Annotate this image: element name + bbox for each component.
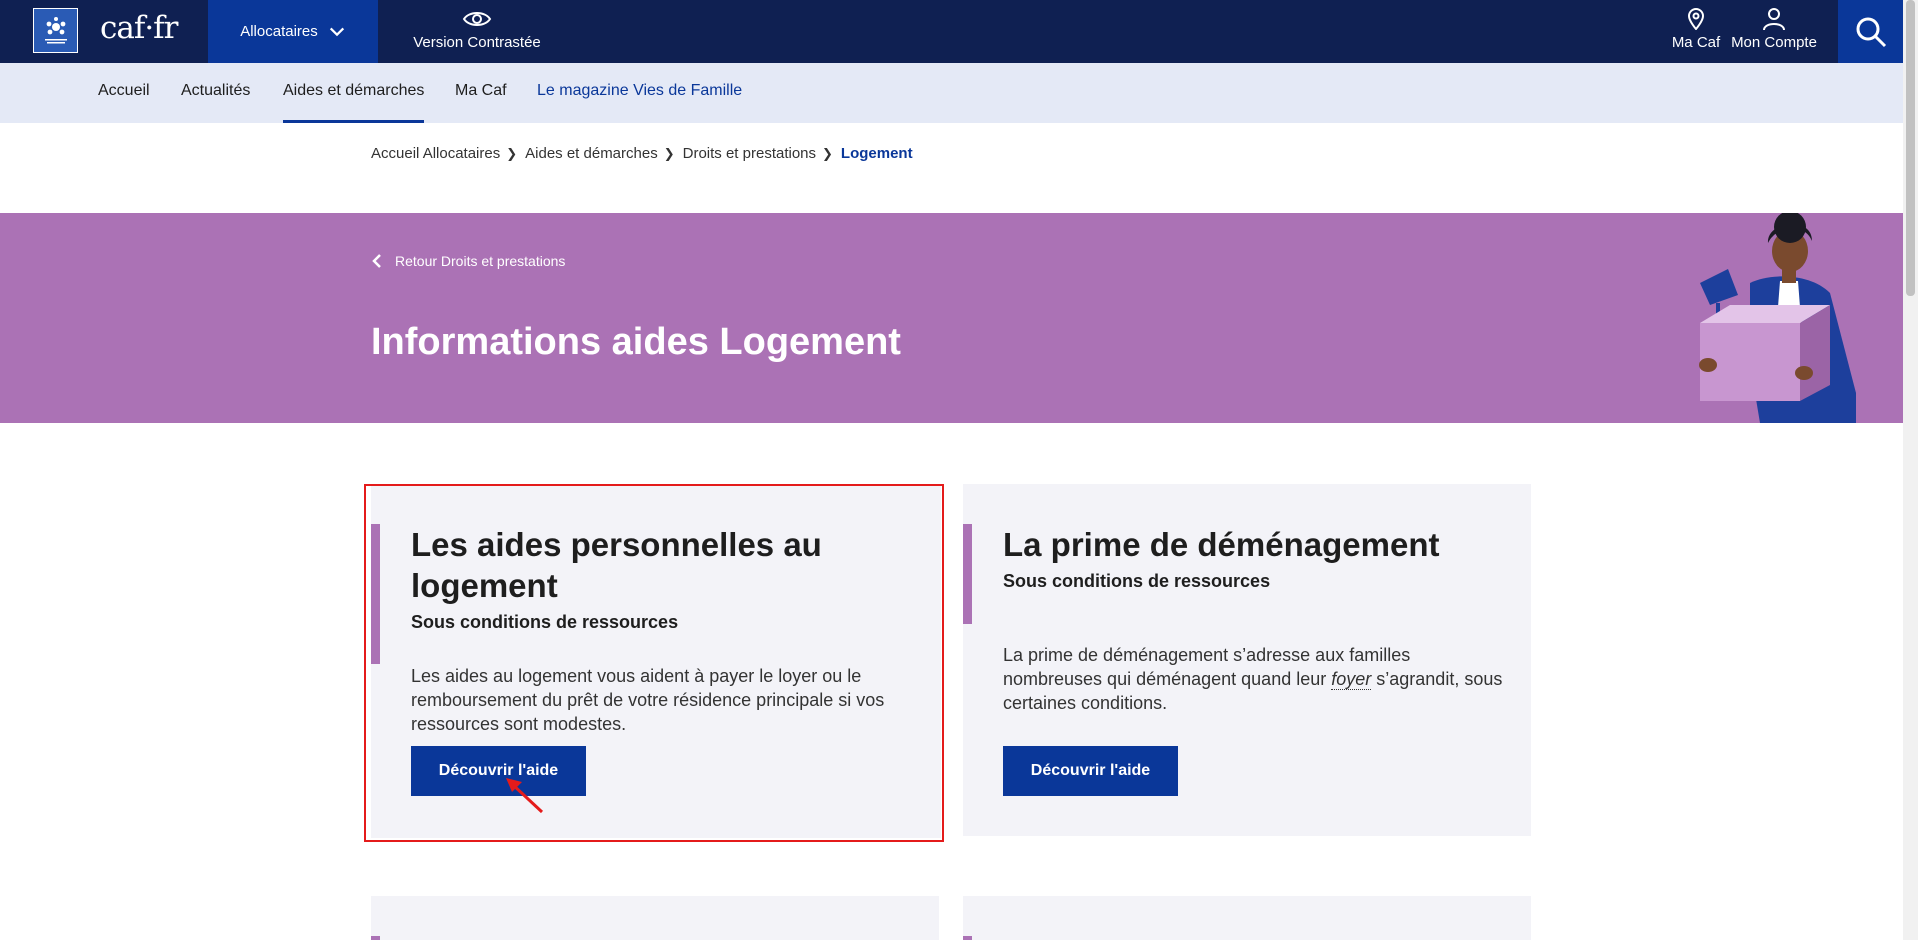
card-accent-bar: [963, 524, 972, 624]
cursor-arrow-icon: [506, 778, 544, 814]
ma-caf-label: Ma Caf: [1671, 34, 1721, 51]
nav-item-ma-caf[interactable]: Ma Caf: [455, 63, 507, 123]
contrast-version-link[interactable]: Version Contrastée: [412, 8, 542, 51]
card-subtitle: Sous conditions de ressources: [1003, 571, 1271, 591]
back-link-label: Retour Droits et prestations: [395, 253, 566, 269]
page-scrollbar[interactable]: [1903, 0, 1918, 940]
discover-aid-button[interactable]: Découvrir l'aide: [1003, 746, 1178, 796]
breadcrumb-item-aides[interactable]: Aides et démarches: [525, 145, 658, 162]
nav-item-actualites[interactable]: Actualités: [181, 63, 250, 123]
top-header: caf·fr Allocataires Version Contrastée M…: [0, 0, 1903, 63]
mon-compte-link[interactable]: Mon Compte: [1727, 8, 1821, 51]
hero-banner: Retour Droits et prestations Information…: [0, 213, 1903, 423]
mon-compte-label: Mon Compte: [1731, 34, 1817, 51]
scrollbar-thumb[interactable]: [1906, 0, 1915, 296]
nav-item-magazine[interactable]: Le magazine Vies de Famille: [537, 63, 742, 123]
card-next-left: [371, 896, 939, 940]
card-accent-bar: [371, 936, 380, 940]
back-link[interactable]: Retour Droits et prestations: [371, 253, 565, 269]
ma-caf-link[interactable]: Ma Caf: [1666, 8, 1726, 51]
card-accent-bar: [963, 936, 972, 940]
contrast-version-label: Version Contrastée: [413, 34, 541, 51]
card-next-right: [963, 896, 1531, 940]
audience-tab-allocataires[interactable]: Allocataires: [208, 0, 378, 63]
card-description: La prime de déménagement s’adresse aux f…: [1003, 643, 1503, 715]
page-title: Informations aides Logement: [371, 321, 901, 363]
site-logo-text[interactable]: caf·fr: [100, 10, 178, 46]
chevron-left-icon: [372, 254, 381, 268]
glossary-term-foyer[interactable]: foyer: [1331, 669, 1372, 690]
caf-logo-icon[interactable]: [33, 8, 78, 53]
chevron-down-icon: [329, 27, 344, 36]
breadcrumb-item-droits[interactable]: Droits et prestations: [683, 145, 816, 162]
breadcrumb-item-current: Logement: [840, 145, 913, 162]
user-icon: [1763, 8, 1785, 30]
chevron-right-icon: ❯: [663, 145, 675, 161]
eye-icon: [462, 12, 492, 26]
card-prime-demenagement: La prime de déménagement Sous conditions…: [963, 484, 1531, 836]
nav-item-aides-demarches[interactable]: Aides et démarches: [283, 63, 425, 123]
chevron-right-icon: ❯: [506, 145, 518, 161]
search-icon: [1856, 17, 1886, 47]
chevron-right-icon: ❯: [822, 145, 833, 161]
highlight-frame: [364, 484, 944, 842]
location-pin-icon: [1687, 8, 1705, 30]
breadcrumb: Accueil Allocataires ❯ Aides et démarche…: [371, 145, 913, 162]
breadcrumb-item-accueil[interactable]: Accueil Allocataires: [371, 145, 500, 162]
search-button[interactable]: [1838, 0, 1903, 63]
main-navigation: Accueil Actualités Aides et démarches Ma…: [0, 63, 1903, 123]
card-title: La prime de déménagement: [1003, 526, 1440, 563]
person-moving-illustration-icon: [1699, 213, 1856, 423]
audience-tab-label: Allocataires: [240, 23, 318, 40]
nav-item-accueil[interactable]: Accueil: [98, 63, 150, 123]
